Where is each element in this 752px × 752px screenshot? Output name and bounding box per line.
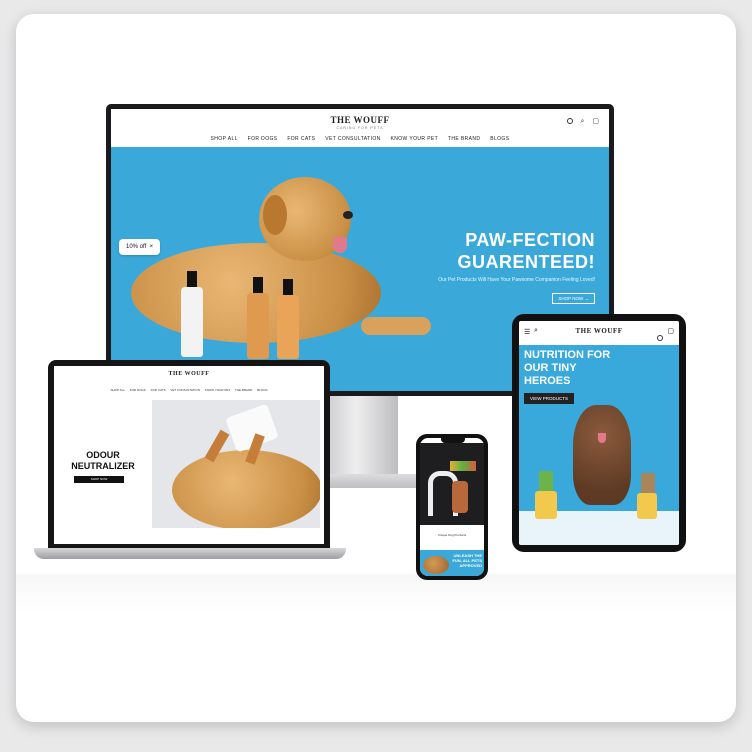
pump-cap [283,279,293,295]
phone-screen: Unique Dog Products UNLEASH THE FUN, ALL… [420,438,484,576]
hero-heading-line2: OUR TINY [524,362,577,374]
chew-sticks [539,471,553,491]
main-nav: SHOP ALL FOR DOGS FOR CATS VET CONSULTAT… [111,136,609,142]
floor-shadow [16,574,736,614]
laptop-base [34,548,346,559]
search-icon[interactable]: ⌕ [581,118,585,125]
nav-for-cats[interactable]: FOR CATS [151,388,166,392]
nav-shop-all[interactable]: SHOP ALL [211,136,238,142]
account-icon[interactable] [561,118,573,125]
nav-blogs[interactable]: BLOGS [257,388,267,392]
view-products-button[interactable]: VIEW PRODUCTS [524,393,575,404]
site-header: THE WOUFF CARING FOR PETS ⌕ ▢ SHOP ALL F… [111,109,609,148]
hero-heading: PAW-FECTION GUARENTEED! [395,229,595,273]
hero-heading-line1: NUTRITION FOR [524,349,611,361]
poodle-image [573,405,631,505]
shop-now-button[interactable]: SHOP NOW → [552,293,595,304]
product-title: ODOUR NEUTRALIZER [68,450,138,472]
dog-nose [343,211,353,219]
dog-lying-image [152,400,320,528]
amber-bottle-image [277,295,299,359]
shop-now-button[interactable]: SHOP NOW [74,476,124,483]
tablet-screen: ☰ ⌕ THE WOUFF ▢ NUTRITION FOR OUR TINY H… [519,321,679,545]
site-logo[interactable]: THE WOUFF [519,327,679,335]
product-caption: Unique Dog Products [437,533,467,537]
nav-know-your-pet[interactable]: KNOW YOUR PET [205,388,230,392]
cart-icon[interactable]: ▢ [592,118,599,125]
laptop-screen: THE WOUFF SHOP ALL FOR DOGS FOR CATS VET… [54,366,324,544]
dog-image [423,556,449,574]
hero-heading: NUTRITION FOR OUR TINY HEROES [524,349,610,388]
hero-subtitle: Our Pet Products Will Have Your Pawsome … [438,277,595,283]
chew-sticks [641,473,655,493]
promo-banner[interactable]: UNLEASH THE FUN, ALL PETS APPROVED [420,550,484,576]
treat-jar-image [637,493,657,519]
laptop: THE WOUFF SHOP ALL FOR DOGS FOR CATS VET… [48,360,330,550]
treat-jar-image [535,491,557,519]
site-logo[interactable]: THE WOUFF [111,115,609,125]
nav-the-brand[interactable]: THE BRAND [235,388,252,392]
discount-badge[interactable]: 10% off × [119,239,161,255]
poodle-tongue [598,433,606,443]
dog-tongue [333,237,347,253]
nav-for-dogs[interactable]: FOR DOGS [248,136,278,142]
white-bottle-image [181,287,203,357]
account-icon[interactable] [657,329,663,347]
product-title-line2: NEUTRALIZER [71,461,135,471]
monitor-stand [322,396,398,476]
hero-heading-line3: HEROES [524,375,571,387]
colorful-chews [450,461,476,471]
hero-heading-line1: PAW-FECTION [465,230,595,250]
site-header: ☰ ⌕ THE WOUFF ▢ [519,321,679,345]
promo-text: UNLEASH THE FUN, ALL PETS APPROVED [452,553,482,568]
nav-for-dogs[interactable]: FOR DOGS [130,388,146,392]
nav-for-cats[interactable]: FOR CATS [287,136,315,142]
header-icons: ⌕ ▢ [555,117,599,126]
nav-blogs[interactable]: BLOGS [490,136,509,142]
phone-notch [441,438,465,443]
nav-the-brand[interactable]: THE BRAND [448,136,481,142]
dog-ear [263,195,287,235]
amber-bottle-image [247,293,269,359]
hero-heading-line2: GUARENTEED! [457,252,595,272]
close-icon[interactable]: × [150,244,154,250]
logo-tagline: CARING FOR PETS [336,126,384,130]
nav-vet-consultation[interactable]: VET CONSULTATION [325,136,380,142]
cart-icon[interactable]: ▢ [667,327,674,335]
copper-bottle [452,481,468,513]
pump-cap [253,277,263,293]
pump-cap [187,271,197,287]
discount-label: 10% off [126,244,147,250]
product-showcase-image [420,443,484,525]
smartphone: Unique Dog Products UNLEASH THE FUN, ALL… [416,434,488,580]
main-nav: SHOP ALL FOR DOGS FOR CATS VET CONSULTAT… [54,388,324,392]
nav-know-your-pet[interactable]: KNOW YOUR PET [391,136,439,142]
site-logo[interactable]: THE WOUFF [54,371,324,377]
nav-shop-all[interactable]: SHOP ALL [110,388,124,392]
product-title-line1: ODOUR [86,450,120,460]
tablet: ☰ ⌕ THE WOUFF ▢ NUTRITION FOR OUR TINY H… [512,314,686,552]
nav-vet-consultation[interactable]: VET CONSULTATION [170,388,199,392]
dog-leg [361,317,431,335]
